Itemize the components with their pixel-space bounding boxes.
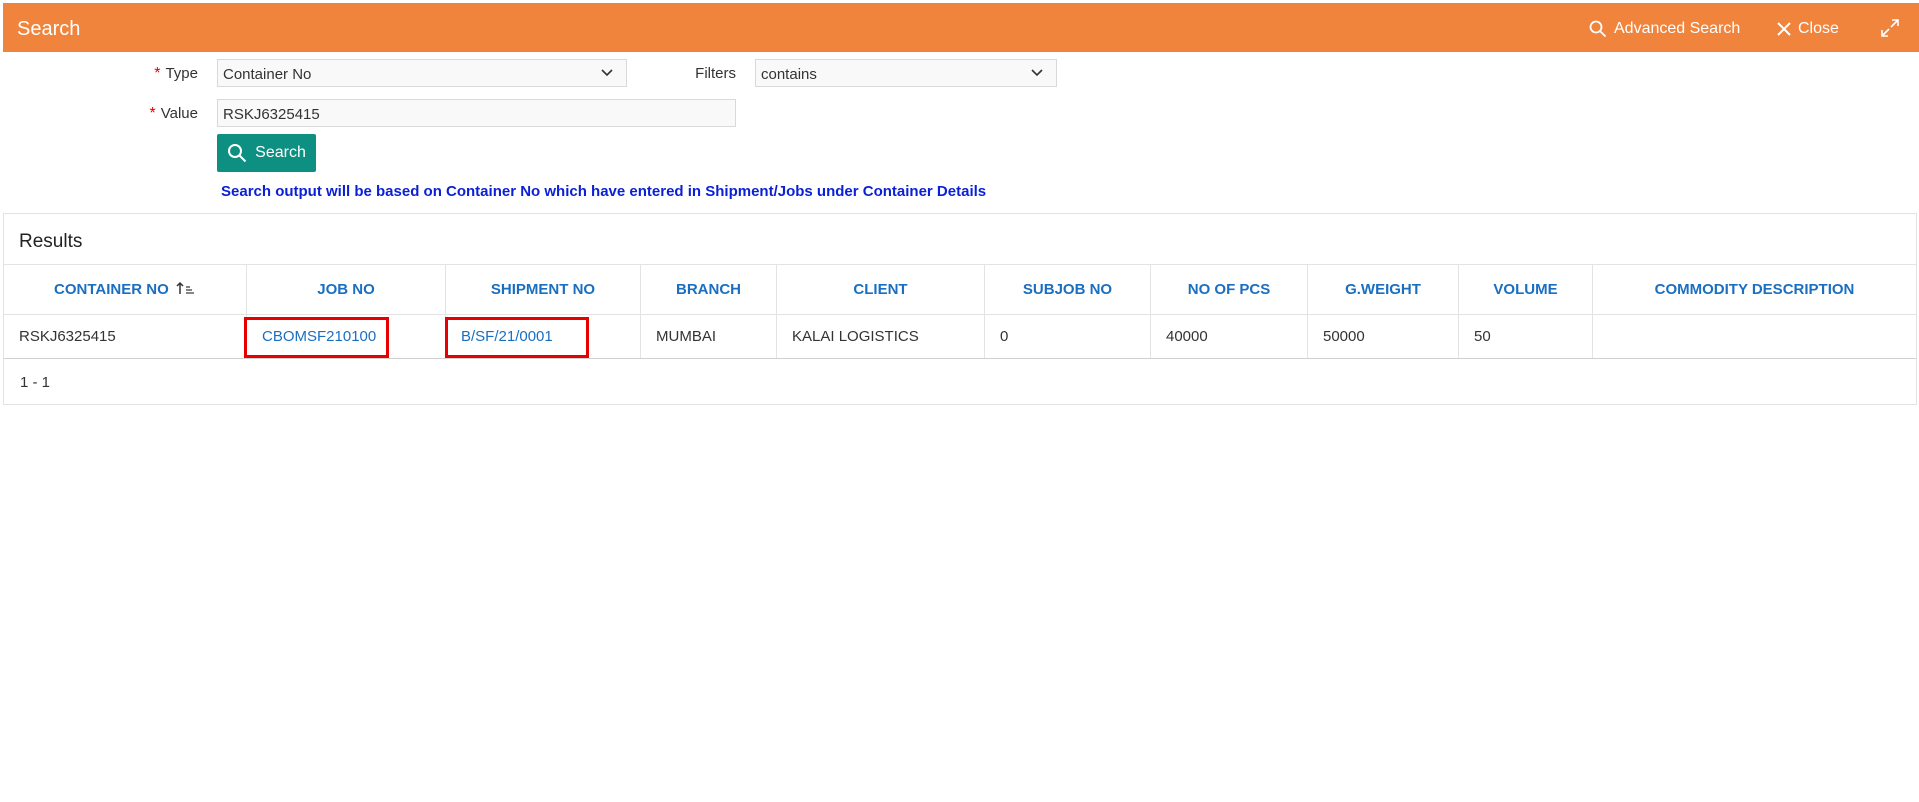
search-note: Search output will be based on Container… (221, 183, 987, 200)
close-icon (1777, 22, 1791, 36)
close-label: Close (1798, 20, 1839, 37)
search-icon (1589, 20, 1607, 38)
type-select[interactable]: Container No (217, 59, 627, 87)
close-button[interactable]: Close (1777, 20, 1839, 38)
highlight-box-job-no (244, 317, 389, 358)
search-button-label: Search (255, 144, 306, 161)
cell-commodity-description (1593, 315, 1916, 358)
filters-select-value: contains (761, 66, 817, 83)
cell-client: KALAI LOGISTICS (777, 315, 985, 358)
results-region: Results CONTAINER NO JOB NO SHIPMENT NO … (3, 213, 1917, 405)
highlight-box-shipment-no (445, 317, 589, 358)
dialog-header: Search Advanced Search Close (3, 3, 1919, 52)
column-header-branch[interactable]: BRANCH (641, 265, 777, 314)
sort-ascending-icon (176, 281, 194, 294)
value-input-text: RSKJ6325415 (223, 106, 320, 123)
required-mark: * (149, 105, 156, 122)
cell-g-weight: 50000 (1308, 315, 1459, 358)
column-header-client[interactable]: CLIENT (777, 265, 985, 314)
value-input[interactable]: RSKJ6325415 (217, 99, 736, 127)
column-header-shipment-no[interactable]: SHIPMENT NO (446, 265, 641, 314)
table-header: CONTAINER NO JOB NO SHIPMENT NO BRANCH C… (4, 264, 1916, 315)
cell-container-no: RSKJ6325415 (4, 315, 247, 358)
dialog-title: Search (17, 18, 81, 40)
filters-select[interactable]: contains (755, 59, 1057, 87)
type-select-value: Container No (223, 66, 312, 83)
cell-no-of-pcs: 40000 (1151, 315, 1308, 358)
column-header-commodity-description[interactable]: COMMODITY DESCRIPTION (1593, 265, 1916, 314)
column-header-volume[interactable]: VOLUME (1459, 265, 1593, 314)
column-header-container-no[interactable]: CONTAINER NO (4, 265, 247, 314)
expand-icon (1881, 19, 1899, 37)
pagination-info: 1 - 1 (20, 374, 51, 391)
cell-subjob-no: 0 (985, 315, 1151, 358)
column-header-job-no[interactable]: JOB NO (247, 265, 446, 314)
cell-branch: MUMBAI (641, 315, 777, 358)
required-mark: * (154, 65, 161, 82)
column-header-g-weight[interactable]: G.WEIGHT (1308, 265, 1459, 314)
search-button[interactable]: Search (217, 134, 316, 172)
column-header-no-of-pcs[interactable]: NO OF PCS (1151, 265, 1308, 314)
type-label: * Type (154, 65, 198, 82)
advanced-search-button[interactable]: Advanced Search (1589, 20, 1740, 38)
search-icon (228, 144, 247, 163)
advanced-search-label: Advanced Search (1614, 20, 1741, 37)
table-row: RSKJ6325415 CBOMSF210100 B/SF/21/0001 MU… (4, 315, 1916, 359)
chevron-down-icon (1031, 69, 1043, 77)
cell-volume: 50 (1459, 315, 1593, 358)
chevron-down-icon (601, 69, 613, 77)
value-label: * Value (149, 105, 199, 122)
results-title: Results (19, 231, 83, 252)
filters-label: Filters (695, 65, 736, 82)
column-header-subjob-no[interactable]: SUBJOB NO (985, 265, 1151, 314)
expand-button[interactable] (1880, 18, 1907, 38)
